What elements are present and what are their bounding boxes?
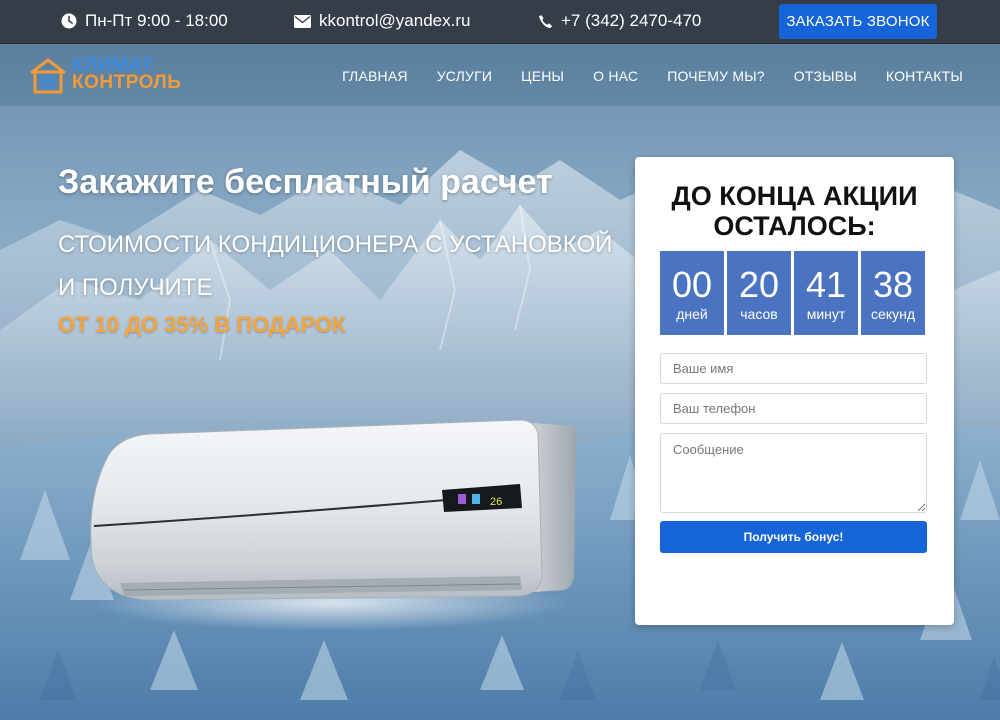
email-text[interactable]: kkontrol@yandex.ru bbox=[319, 11, 470, 31]
nav-item-reviews[interactable]: ОТЗЫВЫ bbox=[794, 68, 857, 84]
top-bar: Пн-Пт 9:00 - 18:00 kkontrol@yandex.ru +7… bbox=[0, 0, 1000, 44]
promo-title: ДО КОНЦА АКЦИИ ОСТАЛОСЬ: bbox=[635, 181, 954, 241]
nav-item-home[interactable]: ГЛАВНАЯ bbox=[342, 68, 408, 84]
clock-icon bbox=[61, 13, 77, 29]
countdown-days-label: дней bbox=[676, 306, 708, 322]
countdown-timer: 00 дней 20 часов 41 минут 38 секунд bbox=[660, 251, 925, 335]
working-hours-text: Пн-Пт 9:00 - 18:00 bbox=[85, 11, 228, 30]
logo-text: КЛИМАТ КОНТРОЛЬ bbox=[72, 56, 182, 93]
countdown-minutes: 41 минут bbox=[794, 251, 858, 335]
name-field[interactable] bbox=[660, 353, 927, 384]
countdown-days-value: 00 bbox=[671, 264, 713, 305]
countdown-hours: 20 часов bbox=[727, 251, 791, 335]
hero-subtitle-line-2: И ПОЛУЧИТЕ bbox=[58, 274, 213, 301]
working-hours: Пн-Пт 9:00 - 18:00 bbox=[61, 11, 228, 31]
countdown-days: 00 дней bbox=[660, 251, 724, 335]
nav-item-prices[interactable]: ЦЕНЫ bbox=[521, 68, 564, 84]
countdown-minutes-label: минут bbox=[806, 306, 846, 322]
countdown-seconds: 38 секунд bbox=[861, 251, 925, 335]
nav-item-contacts[interactable]: КОНТАКТЫ bbox=[886, 68, 963, 84]
nav-item-services[interactable]: УСЛУГИ bbox=[437, 68, 492, 84]
countdown-seconds-label: секунд bbox=[871, 306, 915, 322]
nav-item-about[interactable]: О НАС bbox=[593, 68, 638, 84]
phone-icon bbox=[538, 14, 553, 28]
ac-temperature-readout: 26 bbox=[490, 496, 502, 508]
hero-title: Закажите бесплатный расчет bbox=[58, 163, 553, 201]
air-conditioner-illustration: 26 bbox=[90, 419, 577, 631]
hero-subtitle-line-1: СТОИМОСТИ КОНДИЦИОНЕРА С УСТАНОВКОЙ bbox=[58, 231, 613, 258]
site-header: КЛИМАТ КОНТРОЛЬ ГЛАВНАЯ УСЛУГИ ЦЕНЫ О НА… bbox=[0, 44, 1000, 106]
countdown-hours-label: часов bbox=[740, 306, 778, 322]
hero-discount-offer: ОТ 10 ДО 35% В ПОДАРОК bbox=[58, 312, 346, 337]
countdown-hours-value: 20 bbox=[738, 264, 780, 305]
promo-title-line-2: ОСТАЛОСЬ: bbox=[713, 211, 876, 241]
logo[interactable]: КЛИМАТ КОНТРОЛЬ bbox=[28, 56, 182, 95]
promo-form-card: ДО КОНЦА АКЦИИ ОСТАЛОСЬ: 00 дней 20 часо… bbox=[635, 157, 954, 625]
phone-contact[interactable]: +7 (342) 2470-470 bbox=[538, 11, 701, 31]
air-conditioner-image: 26 bbox=[80, 408, 590, 631]
phone-text[interactable]: +7 (342) 2470-470 bbox=[561, 11, 701, 31]
get-bonus-button[interactable]: Получить бонус! bbox=[660, 521, 927, 553]
promo-title-line-1: ДО КОНЦА АКЦИИ bbox=[671, 181, 918, 211]
main-nav: ГЛАВНАЯ УСЛУГИ ЦЕНЫ О НАС ПОЧЕМУ МЫ? ОТЗ… bbox=[342, 68, 963, 84]
order-call-button[interactable]: ЗАКАЗАТЬ ЗВОНОК bbox=[779, 4, 937, 39]
email-contact[interactable]: kkontrol@yandex.ru bbox=[294, 11, 470, 31]
phone-field[interactable] bbox=[660, 393, 927, 424]
hero-subtitle: СТОИМОСТИ КОНДИЦИОНЕРА С УСТАНОВКОЙ И ПО… bbox=[58, 223, 618, 309]
message-field[interactable] bbox=[660, 433, 927, 513]
envelope-icon bbox=[294, 14, 311, 28]
logo-house-icon bbox=[30, 58, 66, 94]
countdown-seconds-value: 38 bbox=[872, 264, 914, 305]
logo-line-2: КОНТРОЛЬ bbox=[72, 72, 182, 93]
countdown-minutes-value: 41 bbox=[805, 264, 847, 305]
nav-item-why-us[interactable]: ПОЧЕМУ МЫ? bbox=[667, 68, 765, 84]
